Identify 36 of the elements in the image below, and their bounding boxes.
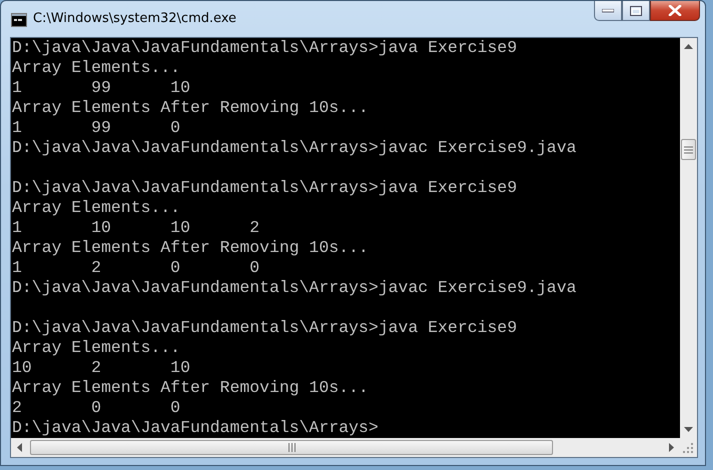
console-line: 1 10 10 2 <box>12 218 261 238</box>
scroll-down-icon <box>684 427 693 432</box>
close-button[interactable] <box>650 1 700 21</box>
console-line: 1 99 0 <box>12 118 182 138</box>
window-title: C:\Windows\system32\cmd.exe <box>33 11 236 26</box>
scroll-up-icon <box>684 44 693 49</box>
console-line: 1 99 10 <box>12 78 192 98</box>
console-line: 10 2 10 <box>12 358 192 378</box>
console-line: 1 2 0 0 <box>12 258 261 278</box>
console-line: Array Elements... <box>12 198 182 218</box>
console-line: D:\java\Java\JavaFundamentals\Arrays>javac Exercise9.java <box>12 138 578 158</box>
maximize-button[interactable] <box>622 1 650 21</box>
console-line: D:\java\Java\JavaFundamentals\Arrays>java Exercise9 <box>12 38 518 58</box>
maximize-icon <box>630 6 642 16</box>
minimize-icon <box>602 8 614 12</box>
scroll-left-icon <box>17 443 22 452</box>
vertical-scrollbar[interactable] <box>680 38 697 438</box>
console-line: Array Elements After Removing 10s... <box>12 238 370 258</box>
console-icon <box>11 13 27 27</box>
console-line: Array Elements After Removing 10s... <box>12 378 370 398</box>
grip-icon <box>684 146 693 154</box>
close-icon <box>668 5 682 16</box>
console-line: Array Elements... <box>12 338 182 358</box>
resize-grip-icon[interactable] <box>682 442 694 454</box>
minimize-button[interactable] <box>594 1 622 21</box>
console-line: D:\java\Java\JavaFundamentals\Arrays>java Exercise9 <box>12 178 518 198</box>
scrollbar-thumb[interactable] <box>30 440 553 455</box>
console-line: D:\java\Java\JavaFundamentals\Arrays>javac Exercise9.java <box>12 278 578 298</box>
console-line: D:\java\Java\JavaFundamentals\Arrays>java Exercise9 <box>12 318 518 338</box>
grip-icon <box>288 443 296 452</box>
console-line: D:\java\Java\JavaFundamentals\Arrays> <box>12 418 380 438</box>
console-line: 2 0 0 <box>12 398 182 418</box>
scrollbar-thumb[interactable] <box>681 139 696 160</box>
console-line: Array Elements... <box>12 58 182 78</box>
scroll-right-icon <box>669 443 674 452</box>
console-line: Array Elements After Removing 10s... <box>12 98 370 118</box>
